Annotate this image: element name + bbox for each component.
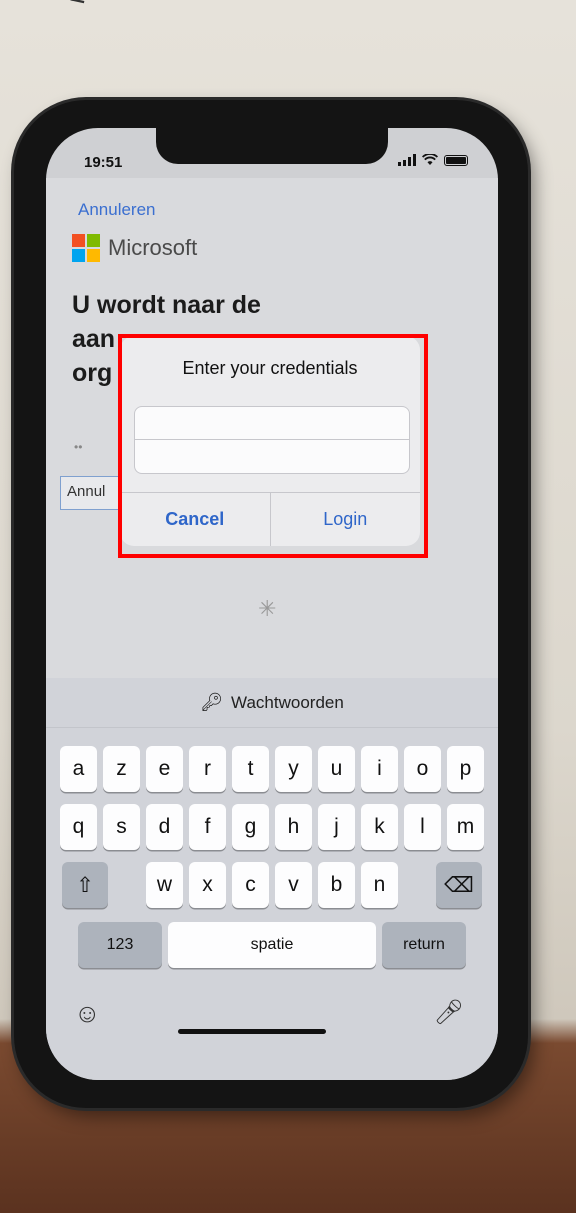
passwords-label: Wachtwoorden xyxy=(231,692,344,712)
keyboard-row-1: a z e r t y u i o p xyxy=(46,746,498,792)
notch xyxy=(156,128,388,164)
keyboard-row-3: ⇧ w x c v b n ⌫ xyxy=(46,862,498,908)
key-o[interactable]: o xyxy=(404,746,441,792)
signal-icon xyxy=(398,154,416,166)
status-time: 19:51 xyxy=(84,154,123,171)
space-key[interactable]: spatie xyxy=(168,922,376,968)
key-n[interactable]: n xyxy=(361,862,398,908)
key-icon: 🔑︎ xyxy=(200,692,224,712)
return-key[interactable]: return xyxy=(382,922,466,968)
home-indicator xyxy=(178,1029,326,1034)
key-u[interactable]: u xyxy=(318,746,355,792)
numbers-key[interactable]: 123 xyxy=(78,922,162,968)
key-e[interactable]: e xyxy=(146,746,183,792)
shift-icon[interactable]: ⇧ xyxy=(62,862,108,908)
microsoft-logo: Microsoft xyxy=(72,234,197,262)
key-l[interactable]: l xyxy=(404,804,441,850)
status-icons xyxy=(398,154,468,166)
key-s[interactable]: s xyxy=(103,804,140,850)
key-y[interactable]: y xyxy=(275,746,312,792)
key-a[interactable]: a xyxy=(60,746,97,792)
cancel-link[interactable]: Annuleren xyxy=(78,200,156,220)
phone-screen: 19:51 Annuleren Microsoft U wordt naar d… xyxy=(46,128,498,1080)
key-d[interactable]: d xyxy=(146,804,183,850)
backspace-icon[interactable]: ⌫ xyxy=(436,862,482,908)
key-j[interactable]: j xyxy=(318,804,355,850)
emoji-icon[interactable]: ☺ xyxy=(74,998,101,1029)
wifi-icon xyxy=(422,154,438,165)
mic-icon[interactable]: 🎤︎ xyxy=(434,998,464,1027)
key-r[interactable]: r xyxy=(189,746,226,792)
battery-icon xyxy=(444,154,468,166)
key-h[interactable]: h xyxy=(275,804,312,850)
key-p[interactable]: p xyxy=(447,746,484,792)
key-b[interactable]: b xyxy=(318,862,355,908)
key-x[interactable]: x xyxy=(189,862,226,908)
key-k[interactable]: k xyxy=(361,804,398,850)
key-v[interactable]: v xyxy=(275,862,312,908)
page-dots: •• xyxy=(74,440,83,454)
paper-text: medev xyxy=(60,0,107,6)
key-f[interactable]: f xyxy=(189,804,226,850)
key-t[interactable]: t xyxy=(232,746,269,792)
key-q[interactable]: q xyxy=(60,804,97,850)
brand-name: Microsoft xyxy=(108,235,198,260)
keyboard: 🔑︎ Wachtwoorden a z e r t y u i o p q s … xyxy=(46,678,498,1080)
heading-line-1: U wordt naar de xyxy=(72,291,261,319)
key-i[interactable]: i xyxy=(361,746,398,792)
keyboard-bottom-bar: ☺ 🎤︎ xyxy=(46,988,498,1048)
key-m[interactable]: m xyxy=(447,804,484,850)
passwords-bar[interactable]: 🔑︎ Wachtwoorden xyxy=(46,678,498,728)
keyboard-row-2: q s d f g h j k l m xyxy=(46,804,498,850)
loading-spinner-icon: ✳ xyxy=(258,596,277,621)
microsoft-grid-icon xyxy=(72,234,100,262)
key-c[interactable]: c xyxy=(232,862,269,908)
keyboard-row-4: 123 spatie return xyxy=(46,922,498,968)
key-z[interactable]: z xyxy=(103,746,140,792)
key-g[interactable]: g xyxy=(232,804,269,850)
key-w[interactable]: w xyxy=(146,862,183,908)
highlight-box xyxy=(118,334,428,558)
